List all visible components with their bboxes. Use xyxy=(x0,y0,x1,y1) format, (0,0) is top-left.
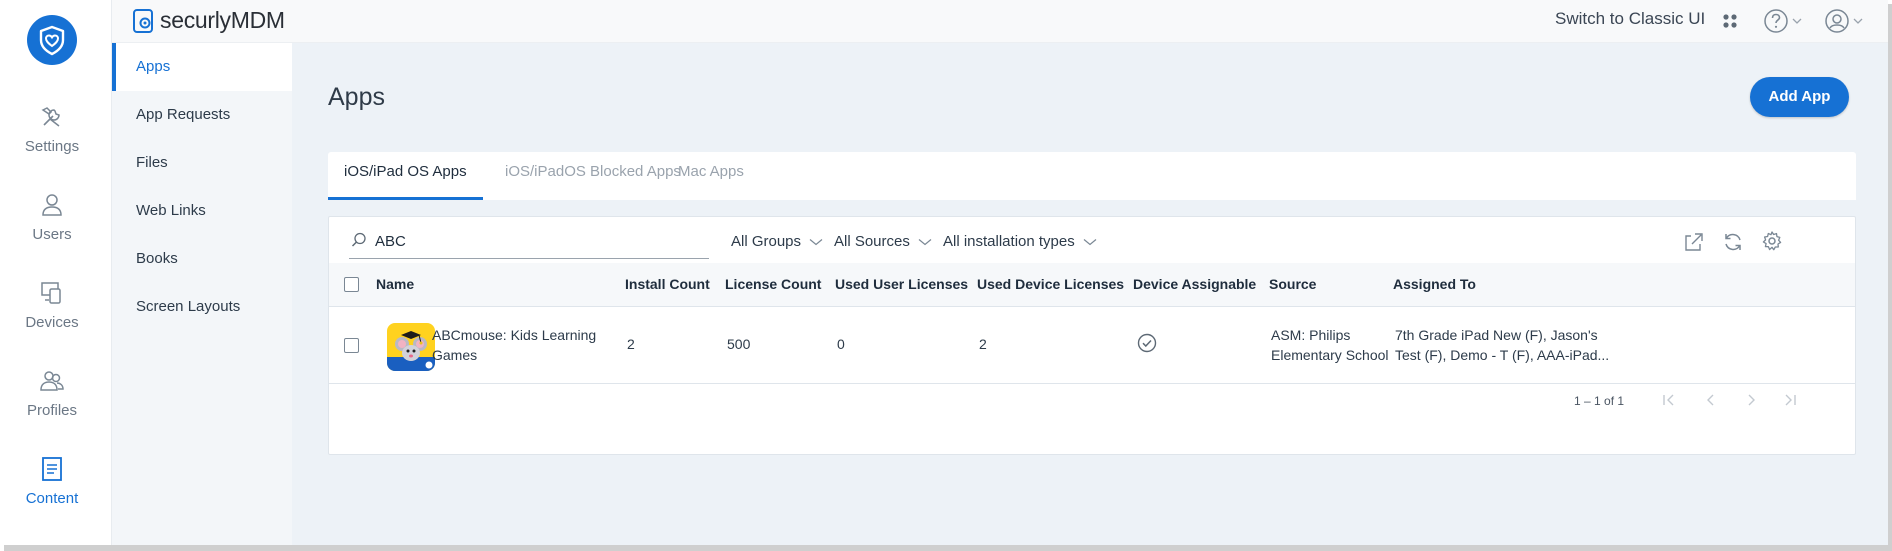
installation-types-filter-label: All installation types xyxy=(943,233,1075,250)
next-page-icon[interactable] xyxy=(1743,393,1759,407)
subnav-item-files[interactable]: Files xyxy=(112,139,292,187)
switch-classic-ui-link[interactable]: Switch to Classic UI xyxy=(1555,9,1705,29)
rail-label-settings: Settings xyxy=(24,138,80,155)
main-content: Apps Add App iOS/iPad OS Apps iOS/iPadOS… xyxy=(292,43,1888,545)
column-header-device-assignable[interactable]: Device Assignable xyxy=(1133,276,1256,292)
used-user-licenses-cell: 0 xyxy=(837,336,845,352)
sources-filter-label: All Sources xyxy=(834,233,910,250)
subnav-item-web-links[interactable]: Web Links xyxy=(112,187,292,235)
window-shadow-right xyxy=(1888,4,1892,551)
search-icon xyxy=(351,232,366,247)
previous-page-icon[interactable] xyxy=(1703,393,1719,407)
app-name-line2: Games xyxy=(432,347,478,363)
subnav-item-app-requests[interactable]: App Requests xyxy=(112,91,292,139)
subnav-item-screen-layouts[interactable]: Screen Layouts xyxy=(112,283,292,331)
license-count-cell: 500 xyxy=(727,336,751,352)
installation-types-filter-dropdown[interactable]: All installation types xyxy=(943,233,1097,250)
rail-label-devices: Devices xyxy=(25,314,79,331)
help-menu[interactable] xyxy=(1763,8,1802,34)
search-box xyxy=(349,225,709,259)
source-line1: ASM: Philips xyxy=(1271,327,1351,343)
profiles-icon xyxy=(40,371,64,391)
column-header-used-device-licenses[interactable]: Used Device Licenses xyxy=(977,276,1124,292)
column-header-name[interactable]: Name xyxy=(376,276,414,292)
add-app-button[interactable]: Add App xyxy=(1750,77,1849,117)
brand-mark-icon xyxy=(133,8,153,33)
subnav-item-books[interactable]: Books xyxy=(112,235,292,283)
rail-label-profiles: Profiles xyxy=(26,402,78,419)
brand-name: securly xyxy=(160,7,231,33)
export-icon[interactable] xyxy=(1683,231,1705,253)
chevron-down-icon xyxy=(1792,18,1802,24)
rail-item-settings[interactable]: Settings xyxy=(0,104,104,155)
column-header-used-user-licenses[interactable]: Used User Licenses xyxy=(835,276,968,292)
refresh-icon[interactable] xyxy=(1722,231,1744,253)
rail-item-users[interactable]: Users xyxy=(0,192,104,243)
pagination-range: 1 – 1 of 1 xyxy=(1574,394,1625,408)
column-header-assigned-to[interactable]: Assigned To xyxy=(1393,276,1476,292)
app-name[interactable]: ABCmouse: Kids Learning Games xyxy=(432,325,596,365)
chevron-down-icon xyxy=(809,238,823,245)
shield-logo-icon[interactable] xyxy=(27,15,77,65)
tab-mac-apps[interactable]: Mac Apps xyxy=(662,152,760,200)
chevron-down-icon xyxy=(918,238,932,245)
page-title: Apps xyxy=(328,83,385,111)
primary-rail: Settings Users Devices Profiles Content xyxy=(0,0,112,545)
rail-label-users: Users xyxy=(32,226,72,243)
source-cell: ASM: Philips Elementary School xyxy=(1271,325,1389,365)
devices-icon xyxy=(41,282,61,304)
used-device-licenses-cell: 2 xyxy=(979,336,987,352)
account-icon xyxy=(1825,9,1849,33)
content-subnav: Apps App Requests Files Web Links Books … xyxy=(112,43,292,545)
document-icon xyxy=(42,457,62,481)
user-icon xyxy=(42,194,62,216)
groups-filter-dropdown[interactable]: All Groups xyxy=(731,233,823,250)
apps-grid-icon[interactable] xyxy=(1722,13,1738,29)
help-icon xyxy=(1764,9,1788,33)
source-line2: Elementary School xyxy=(1271,347,1389,363)
rail-item-content[interactable]: Content xyxy=(0,456,104,507)
column-header-source[interactable]: Source xyxy=(1269,276,1316,292)
app-type-tabs: iOS/iPad OS Apps iOS/iPadOS Blocked Apps… xyxy=(328,152,1856,200)
groups-filter-label: All Groups xyxy=(731,233,802,250)
first-page-icon[interactable] xyxy=(1661,393,1677,407)
row-checkbox[interactable] xyxy=(344,338,359,353)
subnav-item-apps[interactable]: Apps xyxy=(112,43,292,91)
assigned-to-cell: 7th Grade iPad New (F), Jason's Test (F)… xyxy=(1395,325,1609,365)
window-shadow-bottom xyxy=(4,545,1892,551)
rail-item-devices[interactable]: Devices xyxy=(0,280,104,331)
rail-label-content: Content xyxy=(25,490,79,507)
app-icon[interactable] xyxy=(387,323,435,371)
install-count-cell: 2 xyxy=(627,336,635,352)
column-header-license-count[interactable]: License Count xyxy=(725,276,821,292)
brand-suffix: MDM xyxy=(230,7,285,33)
last-page-icon[interactable] xyxy=(1782,393,1798,407)
chevron-down-icon xyxy=(1853,18,1863,24)
table-row[interactable]: ABCmouse: Kids Learning Games 2 500 0 2 … xyxy=(329,307,1855,384)
top-bar: securly MDM Switch to Classic UI xyxy=(112,0,1888,43)
search-input[interactable] xyxy=(375,229,695,253)
select-all-checkbox[interactable] xyxy=(344,277,359,292)
chevron-down-icon xyxy=(1083,238,1097,245)
brand-logo: securly MDM xyxy=(132,7,285,34)
column-header-install-count[interactable]: Install Count xyxy=(625,276,710,292)
abcmouse-app-icon xyxy=(387,323,435,371)
check-circle-icon xyxy=(1137,333,1157,353)
app-window: Settings Users Devices Profiles Content … xyxy=(0,0,1888,545)
apps-panel: All Groups All Sources All installation … xyxy=(328,216,1856,455)
sources-filter-dropdown[interactable]: All Sources xyxy=(834,233,932,250)
tab-ios-ipados-apps[interactable]: iOS/iPad OS Apps xyxy=(328,152,483,200)
gear-icon[interactable] xyxy=(1761,230,1783,252)
tools-icon xyxy=(41,107,60,127)
table-header: Name Install Count License Count Used Us… xyxy=(329,263,1855,307)
account-menu[interactable] xyxy=(1824,8,1863,34)
app-name-line1: ABCmouse: Kids Learning xyxy=(432,327,597,343)
rail-item-profiles[interactable]: Profiles xyxy=(0,368,104,419)
assigned-line2: Test (F), Demo - T (F), AAA-iPad... xyxy=(1395,347,1610,363)
assigned-line1: 7th Grade iPad New (F), Jason's xyxy=(1395,327,1598,343)
